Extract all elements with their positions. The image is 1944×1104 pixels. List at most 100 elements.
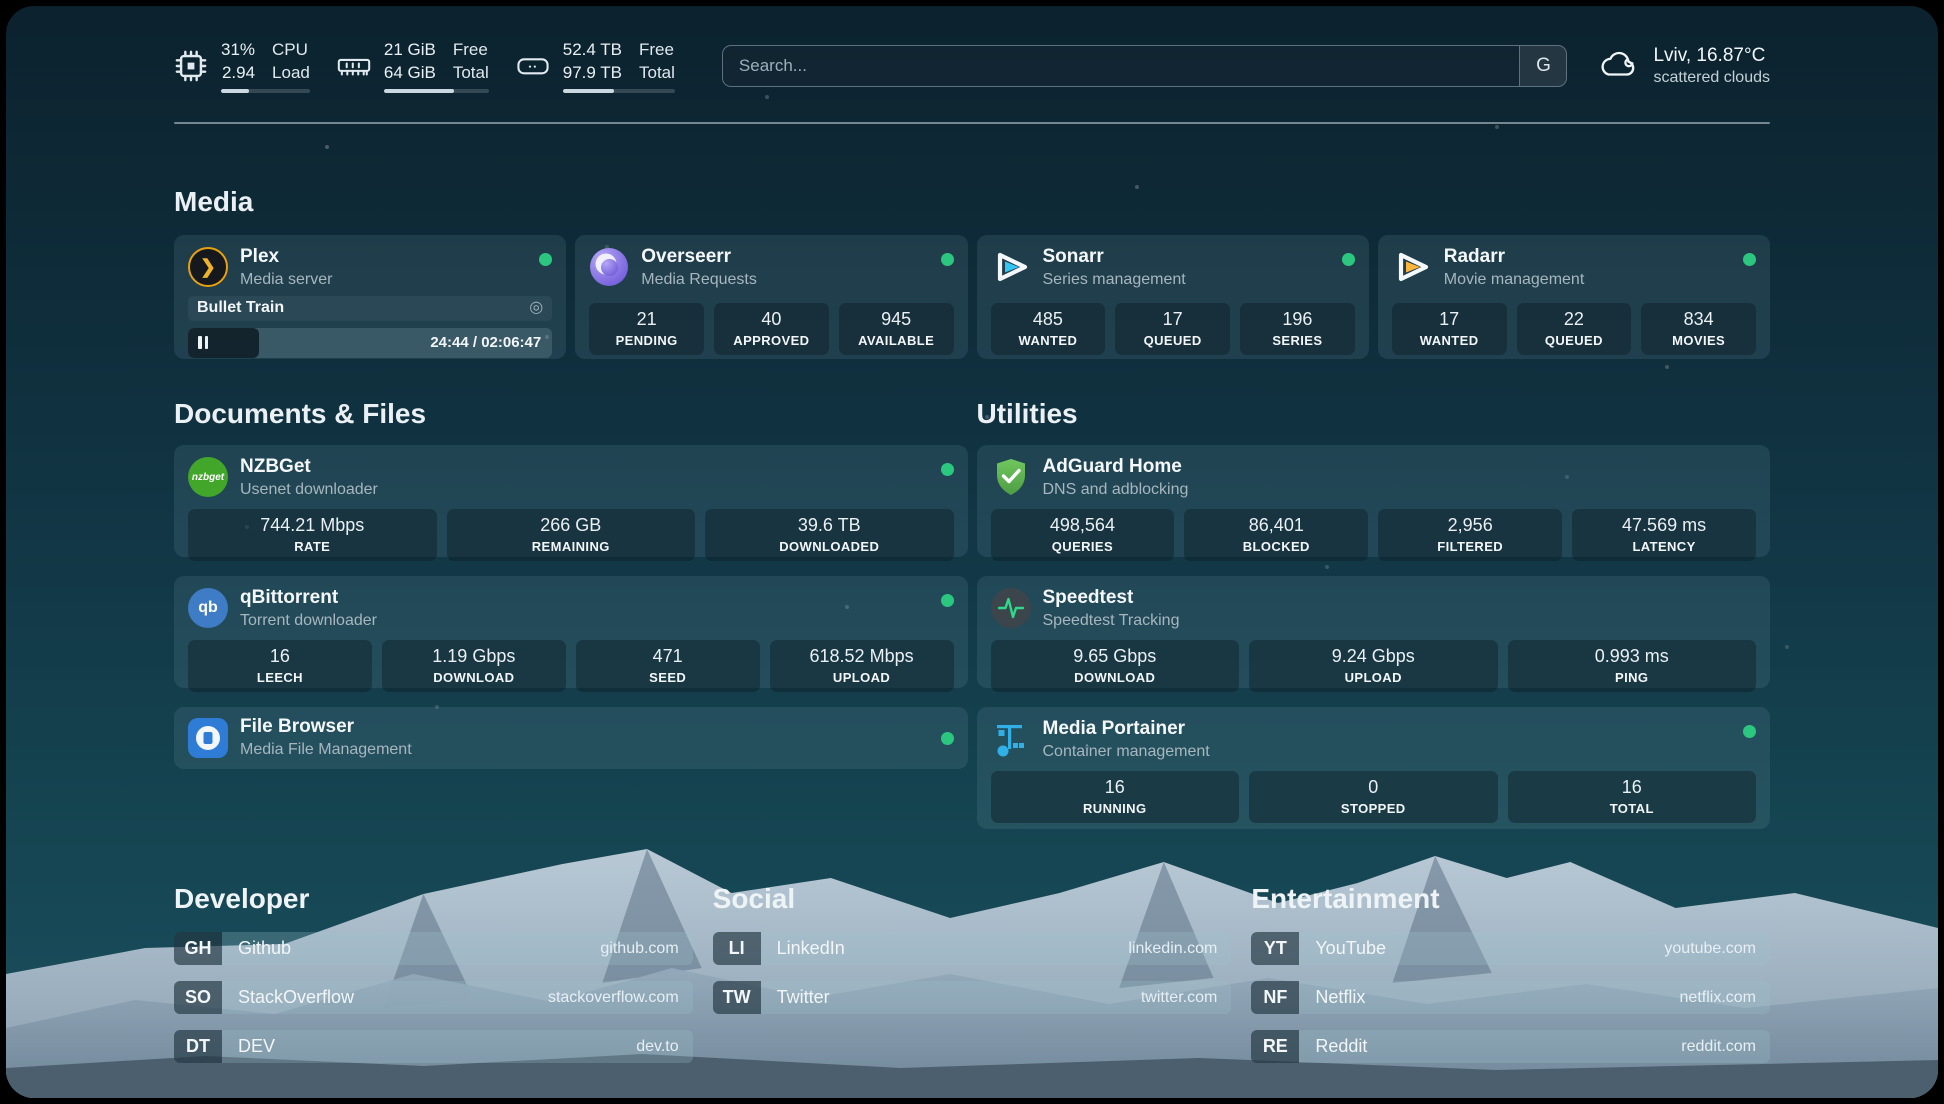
memory-usage-bar xyxy=(384,89,489,93)
disk-usage-bar xyxy=(563,89,675,93)
plex-icon: ❯ xyxy=(188,247,228,287)
overseerr-icon xyxy=(589,247,629,287)
nzbget-icon: nzbget xyxy=(188,457,228,497)
service-desc: DNS and adblocking xyxy=(1043,481,1189,499)
bookmark-link-reddit[interactable]: RE Reddit reddit.com xyxy=(1251,1030,1770,1063)
stat-tile: 16TOTAL xyxy=(1508,771,1757,823)
stat-tile: 485WANTED xyxy=(991,303,1106,355)
bookmark-link-youtube[interactable]: YT YouTube youtube.com xyxy=(1251,932,1770,965)
bookmark-heading: Developer xyxy=(174,883,693,915)
service-card-speedtest[interactable]: Speedtest Speedtest Tracking 9.65 GbpsDO… xyxy=(977,576,1771,688)
bookmark-abbr: LI xyxy=(713,932,761,965)
memory-label-1: Free xyxy=(453,40,488,59)
weather-condition: scattered clouds xyxy=(1653,69,1770,87)
service-desc: Container management xyxy=(1043,743,1210,761)
service-name: Sonarr xyxy=(1043,247,1186,268)
memory-ram-icon xyxy=(337,49,371,83)
status-dot xyxy=(941,732,954,745)
stat-tile: 2,956FILTERED xyxy=(1378,509,1562,561)
stat-tile: 40APPROVED xyxy=(714,303,829,355)
service-name: Radarr xyxy=(1444,247,1585,268)
bookmark-url: twitter.com xyxy=(1141,989,1231,1007)
playback-progress-bar[interactable]: 24:44 / 02:06:47 xyxy=(188,328,552,358)
stat-tile: 9.24 GbpsUPLOAD xyxy=(1249,640,1498,692)
adguard-icon xyxy=(991,457,1031,497)
service-card-plex[interactable]: ❯ Plex Media server Bullet Train ◎ 24:44… xyxy=(174,235,566,359)
two-column-zone: Documents & Files nzbget NZBGet Usenet d… xyxy=(174,359,1770,829)
media-card-row: ❯ Plex Media server Bullet Train ◎ 24:44… xyxy=(174,235,1770,359)
cpu-load: 2.94 xyxy=(222,63,255,82)
service-card-sonarr[interactable]: Sonarr Series management 485WANTED 17QUE… xyxy=(977,235,1369,359)
service-desc: Media server xyxy=(240,271,332,289)
search-input[interactable] xyxy=(723,46,1520,86)
service-card-filebrowser[interactable]: File Browser Media File Management xyxy=(174,707,968,769)
disk-total: 97.9 TB xyxy=(563,63,622,82)
filebrowser-icon xyxy=(188,718,228,758)
bookmark-group-entertainment: Entertainment YT YouTube youtube.com NF … xyxy=(1251,883,1770,1079)
status-dot xyxy=(941,594,954,607)
stat-tile: 17QUEUED xyxy=(1115,303,1230,355)
stat-tile: 39.6 TBDOWNLOADED xyxy=(705,509,954,561)
bookmark-url: reddit.com xyxy=(1681,1038,1770,1056)
bookmark-abbr: SO xyxy=(174,981,222,1014)
cloud-icon xyxy=(1597,48,1639,85)
pause-icon[interactable] xyxy=(198,336,208,349)
bookmark-url: netflix.com xyxy=(1680,989,1770,1007)
disk-label-1: Free xyxy=(639,40,674,59)
cpu-chip-icon xyxy=(174,49,208,83)
service-desc: Usenet downloader xyxy=(240,481,378,499)
section-heading-utilities: Utilities xyxy=(977,398,1771,430)
qbittorrent-icon: qb xyxy=(188,588,228,628)
service-desc: Movie management xyxy=(1444,271,1585,289)
documents-column: Documents & Files nzbget NZBGet Usenet d… xyxy=(174,359,968,769)
bookmark-name: DEV xyxy=(222,1036,275,1057)
session-icon[interactable]: ◎ xyxy=(529,300,543,316)
service-name: Plex xyxy=(240,247,332,268)
service-card-portainer[interactable]: Media Portainer Container management 16R… xyxy=(977,707,1771,829)
stat-tile: 9.65 GbpsDOWNLOAD xyxy=(991,640,1240,692)
service-card-adguard[interactable]: AdGuard Home DNS and adblocking 498,564Q… xyxy=(977,445,1771,557)
memory-label-2: Total xyxy=(453,63,489,82)
disk-free: 52.4 TB xyxy=(563,40,622,59)
service-name: Overseerr xyxy=(641,247,757,268)
service-name: Speedtest xyxy=(1043,588,1180,609)
service-card-qbittorrent[interactable]: qb qBittorrent Torrent downloader 16LEEC… xyxy=(174,576,968,688)
status-dot xyxy=(941,253,954,266)
portainer-icon xyxy=(991,719,1031,759)
bookmark-heading: Social xyxy=(713,883,1232,915)
service-card-radarr[interactable]: Radarr Movie management 17WANTED 22QUEUE… xyxy=(1378,235,1770,359)
bookmark-link-netflix[interactable]: NF Netflix netflix.com xyxy=(1251,981,1770,1014)
service-card-nzbget[interactable]: nzbget NZBGet Usenet downloader 744.21 M… xyxy=(174,445,968,557)
search-provider-button[interactable]: G xyxy=(1519,46,1566,86)
stat-tile: 16RUNNING xyxy=(991,771,1240,823)
sonarr-icon xyxy=(991,247,1031,287)
playback-time: 24:44 / 02:06:47 xyxy=(430,334,552,351)
stat-tile: 0STOPPED xyxy=(1249,771,1498,823)
stat-tile: 945AVAILABLE xyxy=(839,303,954,355)
radarr-icon xyxy=(1392,247,1432,287)
bookmark-abbr: TW xyxy=(713,981,761,1014)
service-card-overseerr[interactable]: Overseerr Media Requests 21PENDING 40APP… xyxy=(575,235,967,359)
playback-progress-fill xyxy=(188,328,259,358)
bookmark-link-twitter[interactable]: TW Twitter twitter.com xyxy=(713,981,1232,1014)
status-dot xyxy=(539,253,552,266)
status-dot xyxy=(1342,253,1355,266)
bookmark-name: LinkedIn xyxy=(761,938,845,959)
stat-tile: 498,564QUERIES xyxy=(991,509,1175,561)
bookmark-group-social: Social LI LinkedIn linkedin.com TW Twitt… xyxy=(713,883,1232,1079)
memory-widget: 21 GiB 64 GiB Free Total xyxy=(337,39,489,93)
service-name: File Browser xyxy=(240,717,412,738)
bookmark-link-stackoverflow[interactable]: SO StackOverflow stackoverflow.com xyxy=(174,981,693,1014)
disk-widget: 52.4 TB 97.9 TB Free Total xyxy=(516,39,675,93)
service-name: AdGuard Home xyxy=(1043,457,1189,478)
bookmark-link-github[interactable]: GH Github github.com xyxy=(174,932,693,965)
stat-tile: 22QUEUED xyxy=(1517,303,1632,355)
bookmark-name: Netflix xyxy=(1299,987,1365,1008)
cpu-widget: 31% 2.94 CPU Load xyxy=(174,39,310,93)
bookmark-abbr: DT xyxy=(174,1030,222,1063)
bookmark-name: Github xyxy=(222,938,291,959)
bookmark-name: Twitter xyxy=(761,987,830,1008)
stat-tile: 471SEED xyxy=(576,640,760,692)
bookmark-link-dev[interactable]: DT DEV dev.to xyxy=(174,1030,693,1063)
bookmark-link-linkedin[interactable]: LI LinkedIn linkedin.com xyxy=(713,932,1232,965)
